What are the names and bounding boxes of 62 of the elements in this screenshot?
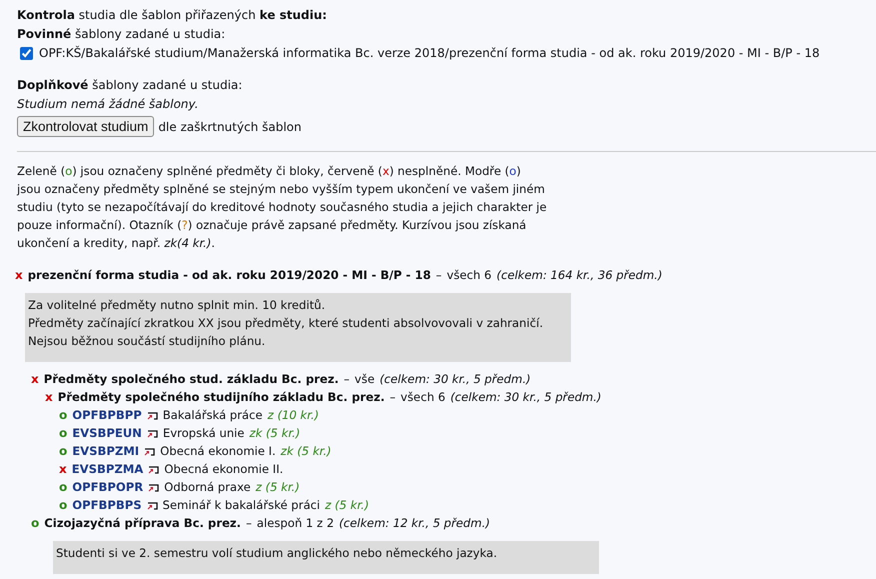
block-requirement: všech 6 xyxy=(446,267,492,284)
course-name: Seminář k bakalářské práci xyxy=(162,497,320,514)
status-mark: o xyxy=(59,407,68,424)
course-result: z (10 kr.) xyxy=(268,407,319,424)
block-requirement: alespoň 1 z 2 xyxy=(256,515,334,532)
course-code-link[interactable]: OPFBPOPR xyxy=(72,478,144,496)
separator-dash: – xyxy=(246,515,252,532)
course-code-link[interactable]: OPFBPBPS xyxy=(72,496,142,514)
separator-dash: – xyxy=(436,267,442,284)
button-suffix-text: dle zaškrtnutých šablon xyxy=(158,120,302,134)
status-mark: o xyxy=(59,443,68,460)
block-title: Předměty společného studijního základu Bc. prez. xyxy=(58,389,385,406)
status-mark: x xyxy=(45,389,53,406)
status-mark: o xyxy=(59,479,68,496)
check-study-button[interactable]: Zkontrolovat studium xyxy=(17,116,154,137)
block-summary: (celkem: 164 kr., 36 předm.) xyxy=(496,267,662,284)
popup-link-icon[interactable] xyxy=(146,428,158,438)
section-label: Povinné šablony zadané u studia: xyxy=(17,26,226,43)
popup-link-icon[interactable] xyxy=(146,500,158,510)
status-mark: o xyxy=(59,497,68,514)
popup-link-icon[interactable] xyxy=(146,410,158,420)
block-summary: (celkem: 30 kr., 5 předm.) xyxy=(450,389,602,406)
note-line: Za volitelné předměty nutno splnit min. 10 kreditů. xyxy=(28,297,326,314)
block-summary: (celkem: 12 kr., 5 předm.) xyxy=(338,515,490,532)
course-code-link[interactable]: EVSBPZMI xyxy=(72,442,140,460)
course-name: Evropská unie xyxy=(162,425,244,442)
status-mark: x xyxy=(15,267,23,284)
status-mark: x xyxy=(59,461,67,478)
legend-text: Zeleně (o) jsou označeny splněné předměty či bloky, červeně (x) nesplněné. Modře (o) jsou označeny předměty splněné se stejným nebo vyšším typem ukončení ve vašem jiném studiu (tyto se nezapočítávají do kreditové hodnoty současného studia a jejich charakter je pouze informační). Otazník (?) označuje právě zapsané předměty. Kurzívou jsou získaná ukončení a kredity, např. zk(4 kr.). xyxy=(17,163,547,252)
status-mark: o xyxy=(59,425,68,442)
note-line: Nejsou běžnou součástí studijního plánu. xyxy=(28,333,266,350)
note-line: Studenti si ve 2. semestru volí studium anglického nebo německého jazyka. xyxy=(56,545,498,562)
empty-message: Studium nemá žádné šablony. xyxy=(17,96,200,113)
course-code-link[interactable]: EVSBPEUN xyxy=(72,424,142,442)
course-code-link[interactable]: OPFBPBPP xyxy=(72,406,142,424)
template-label: OPF:KŠ/Bakalářské studium/Manažerská informatika Bc. verze 2018/prezenční forma studia - od ak. roku 2019/2020 - MI - B/P - 18 xyxy=(39,44,820,62)
block-requirement: vše xyxy=(354,371,375,388)
note-line: Předměty začínající zkratkou XX jsou předměty, které studenti absolvovovali v zahraničí. xyxy=(28,315,544,332)
status-mark: o xyxy=(31,515,40,532)
block-title: Předměty společného stud. základu Bc. prez. xyxy=(44,371,339,388)
status-mark: x xyxy=(31,371,39,388)
separator-dash: – xyxy=(344,371,350,388)
block-requirement: všech 6 xyxy=(400,389,446,406)
course-result: zk (5 kr.) xyxy=(249,425,300,442)
popup-link-icon[interactable] xyxy=(148,482,160,492)
course-result: z (5 kr.) xyxy=(256,479,300,496)
block-summary: (celkem: 30 kr., 5 předm.) xyxy=(380,371,531,388)
course-name: Bakalářská práce xyxy=(162,407,263,424)
course-name: Obecná ekonomie I. xyxy=(160,443,276,460)
course-name: Odborná praxe xyxy=(164,479,251,496)
separator-dash: – xyxy=(390,389,396,406)
course-name: Obecná ekonomie II. xyxy=(164,461,284,478)
block-title: prezenční forma studia - od ak. roku 2019/2020 - MI - B/P - 18 xyxy=(28,267,431,284)
course-result: z (5 kr.) xyxy=(325,497,369,514)
popup-link-icon[interactable] xyxy=(144,446,156,456)
block-title: Cizojazyčná příprava Bc. prez. xyxy=(44,515,241,532)
course-result: zk (5 kr.) xyxy=(280,443,332,460)
section-label: Doplňkové šablony zadané u studia: xyxy=(17,77,244,94)
course-code-link[interactable]: EVSBPZMA xyxy=(72,460,144,478)
page-heading: Kontrola studia dle šablon přiřazených ke studiu: xyxy=(17,7,328,24)
popup-link-icon[interactable] xyxy=(148,464,160,474)
template-checkbox[interactable] xyxy=(20,47,33,60)
